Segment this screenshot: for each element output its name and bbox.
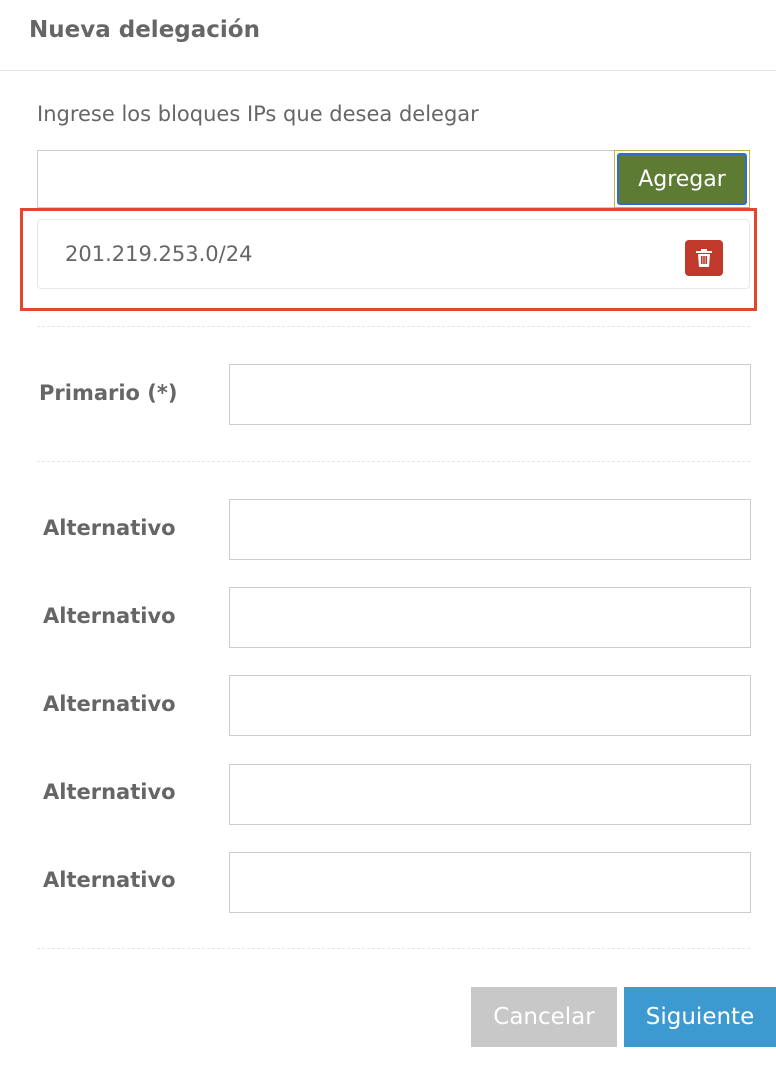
modal-title: Nueva delegación	[29, 17, 260, 43]
alternate-label: Alternativo	[43, 516, 176, 540]
next-button[interactable]: Siguiente	[624, 987, 776, 1047]
trash-icon	[696, 249, 712, 267]
alternate-label: Alternativo	[43, 780, 176, 804]
add-ip-block-button[interactable]: Agregar	[617, 153, 747, 205]
add-button-frame: Agregar	[614, 150, 750, 208]
alternate-nameserver-input[interactable]	[229, 764, 751, 825]
cancel-button[interactable]: Cancelar	[471, 987, 617, 1047]
primary-nameserver-input[interactable]	[229, 364, 751, 425]
alternate-label: Alternativo	[43, 604, 176, 628]
alternate-nameserver-input[interactable]	[229, 675, 751, 736]
alternate-nameserver-input[interactable]	[229, 499, 751, 560]
ip-block-value: 201.219.253.0/24	[65, 242, 253, 266]
alternate-nameserver-input[interactable]	[229, 587, 751, 648]
delegation-modal: Nueva delegación Ingrese los bloques IPs…	[0, 0, 776, 1082]
alternate-label: Alternativo	[43, 692, 176, 716]
section-divider	[37, 326, 750, 327]
section-divider	[37, 948, 750, 949]
section-divider	[37, 461, 750, 462]
ip-block-input[interactable]	[37, 150, 615, 208]
delete-ip-block-button[interactable]	[685, 240, 723, 276]
modal-header: Nueva delegación	[0, 0, 776, 71]
alternate-label: Alternativo	[43, 868, 176, 892]
ip-block-item: 201.219.253.0/24	[37, 219, 750, 289]
primary-label: Primario (*)	[39, 381, 178, 405]
alternate-nameserver-input[interactable]	[229, 852, 751, 913]
ip-blocks-instructions: Ingrese los bloques IPs que desea delega…	[37, 102, 479, 126]
